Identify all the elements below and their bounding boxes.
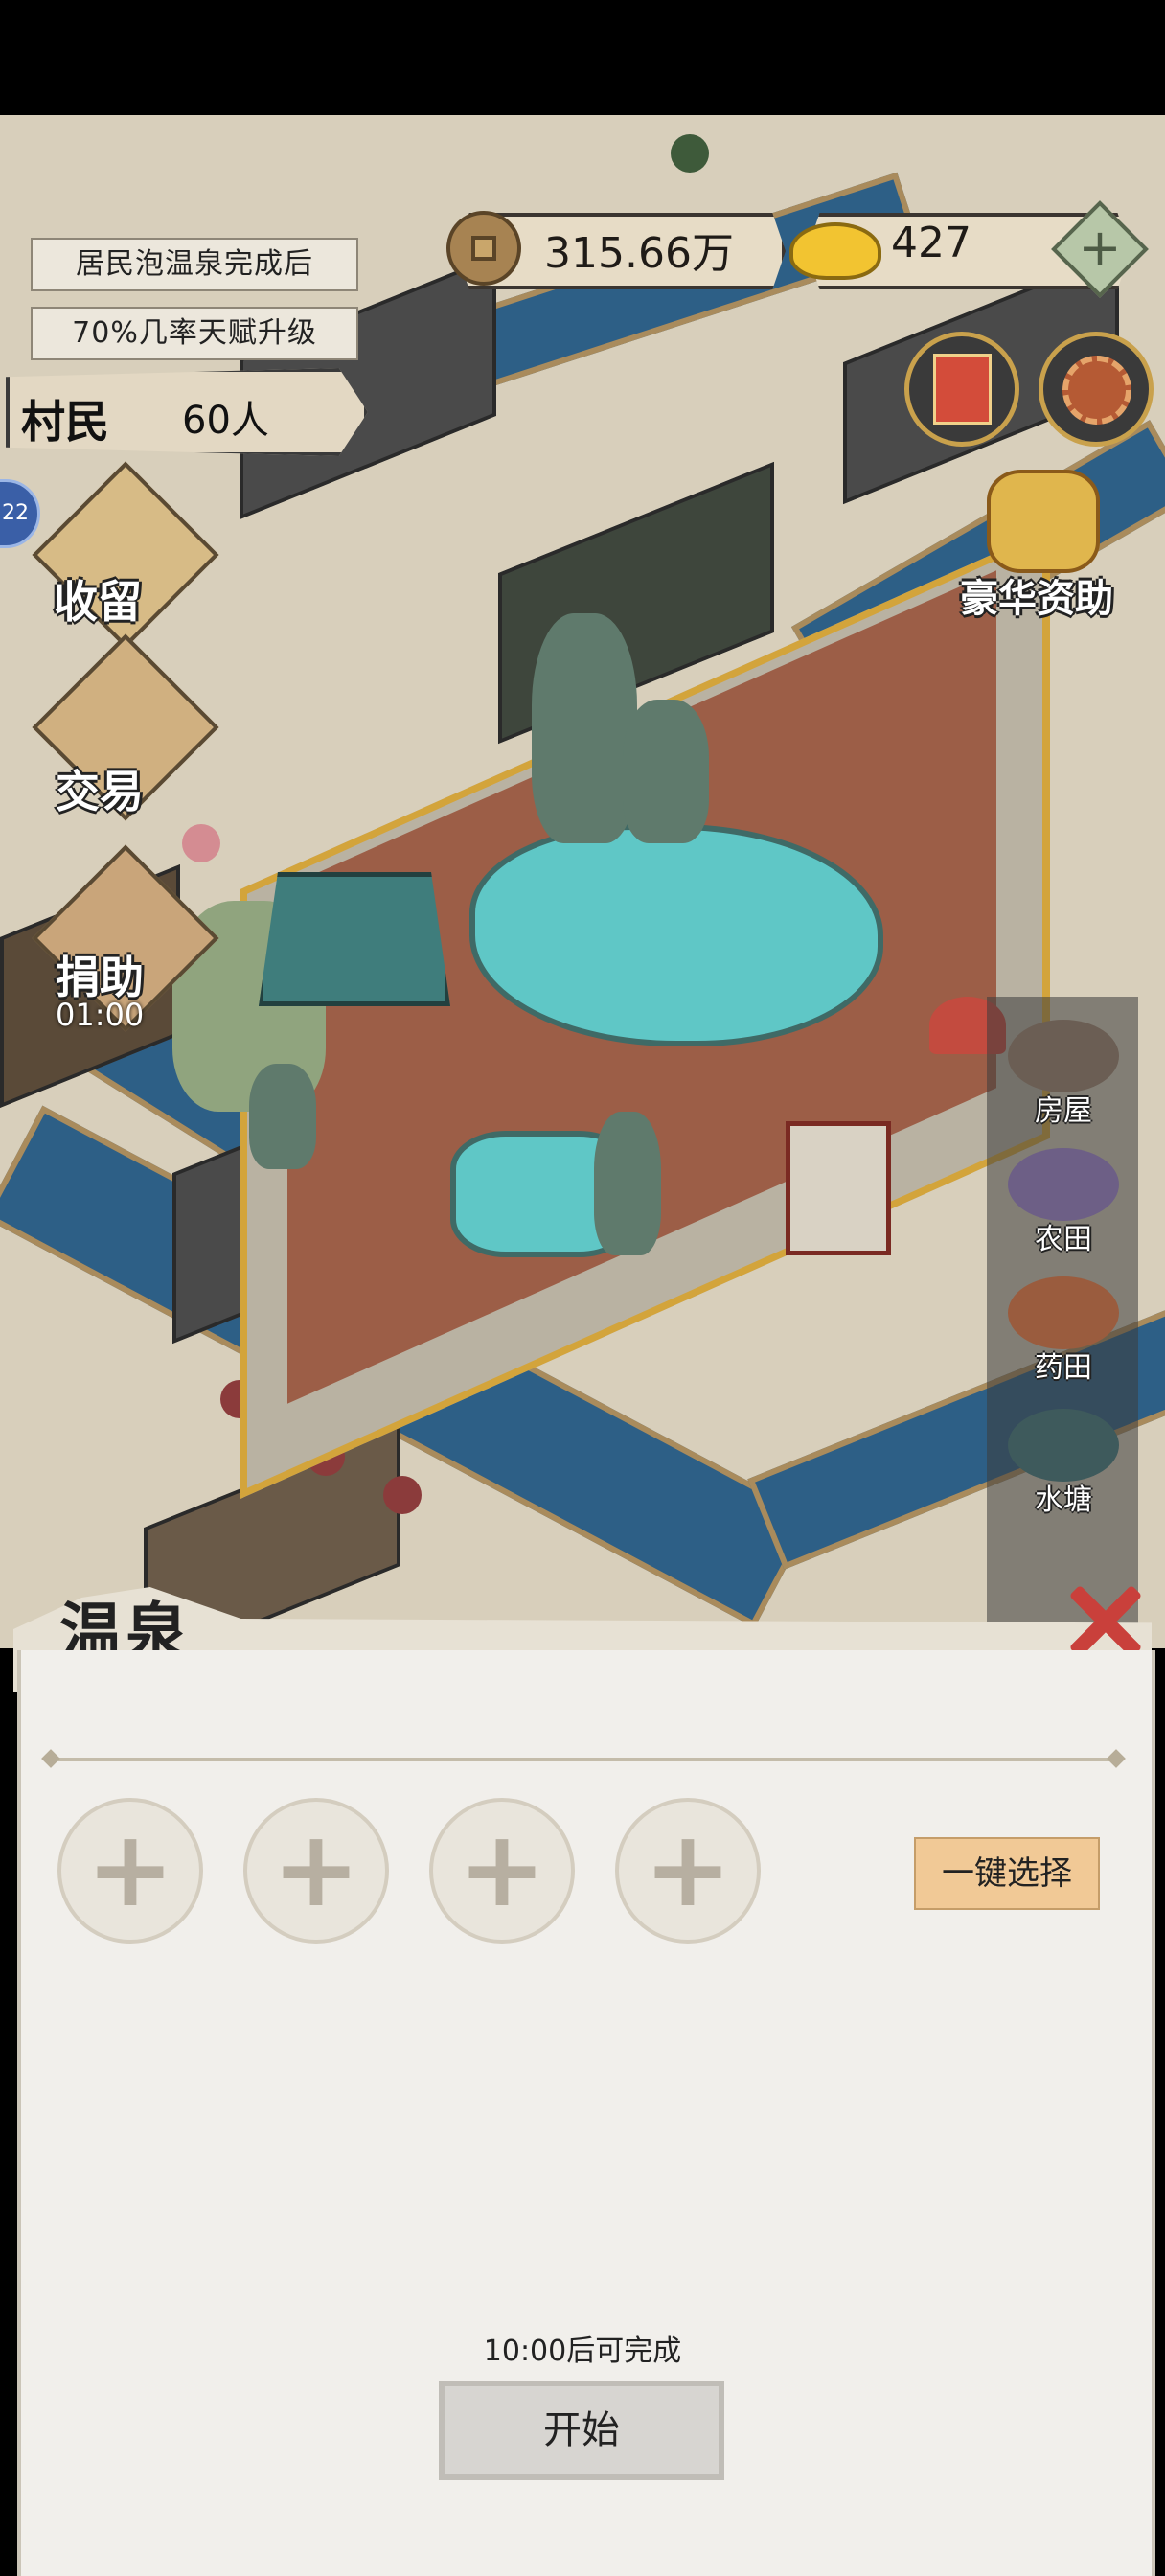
book-icon: [933, 354, 992, 425]
talent-notice-line2: 70%几率天赋升级: [31, 307, 358, 360]
villager-slot[interactable]: +: [243, 1798, 389, 1944]
plus-icon: +: [643, 1807, 733, 1930]
villager-slot[interactable]: +: [429, 1798, 575, 1944]
scroll-book-button[interactable]: [904, 332, 1019, 447]
divider: [52, 1758, 1115, 1761]
tree: [383, 1476, 422, 1514]
rockery: [532, 613, 637, 843]
plus-icon: +: [271, 1807, 361, 1930]
pond-icon: [1008, 1409, 1119, 1482]
shelter-button[interactable]: 收留: [54, 567, 142, 631]
settings-button[interactable]: [1039, 332, 1154, 447]
build-item-label: 药田: [1035, 1351, 1092, 1385]
copper-coin-icon: [446, 211, 521, 286]
plus-icon: +: [1078, 218, 1122, 278]
build-item-label: 农田: [1035, 1223, 1092, 1256]
hot-spring-pool[interactable]: [469, 824, 883, 1046]
build-item-house[interactable]: 房屋: [996, 1020, 1131, 1128]
one-key-select-button[interactable]: 一键选择: [914, 1837, 1100, 1910]
farmland-icon: [1008, 1148, 1119, 1221]
build-item-pond[interactable]: 水塘: [996, 1409, 1131, 1517]
coin-amount: 315.66万: [544, 229, 734, 278]
donate-timer: 01:00: [56, 997, 145, 1033]
gate-house[interactable]: [786, 1121, 891, 1255]
status-bar: [0, 0, 1165, 115]
rockery: [594, 1112, 661, 1255]
gold-ingot-icon: [789, 222, 881, 280]
rockery: [249, 1064, 316, 1169]
pavilion[interactable]: [259, 872, 450, 1006]
plus-icon: +: [457, 1807, 547, 1930]
villager-slot[interactable]: +: [615, 1798, 761, 1944]
build-item-label: 水塘: [1035, 1484, 1092, 1517]
tree: [182, 824, 220, 862]
house-icon: [1008, 1020, 1119, 1092]
build-item-farmland[interactable]: 农田: [996, 1148, 1131, 1256]
money-bag-icon[interactable]: [987, 470, 1100, 573]
build-item-label: 房屋: [1035, 1094, 1092, 1128]
villager-slot[interactable]: +: [57, 1798, 203, 1944]
tree: [671, 134, 709, 172]
talent-notice-line1: 居民泡温泉完成后: [31, 238, 358, 291]
build-item-herb-field[interactable]: 药田: [996, 1276, 1131, 1385]
trade-button[interactable]: 交易: [56, 757, 144, 820]
herb-field-icon: [1008, 1276, 1119, 1349]
start-button[interactable]: 开始: [439, 2380, 724, 2480]
luxury-funding-button[interactable]: 豪华资助: [960, 567, 1113, 623]
plus-icon: +: [85, 1807, 175, 1930]
finish-time-text: 10:00后可完成: [483, 2334, 682, 2368]
rockery: [623, 700, 709, 843]
gear-icon: [1062, 356, 1131, 425]
villager-count: 60人: [182, 399, 269, 443]
ingot-amount: 427: [891, 218, 971, 267]
villager-label: 村民: [21, 396, 109, 448]
